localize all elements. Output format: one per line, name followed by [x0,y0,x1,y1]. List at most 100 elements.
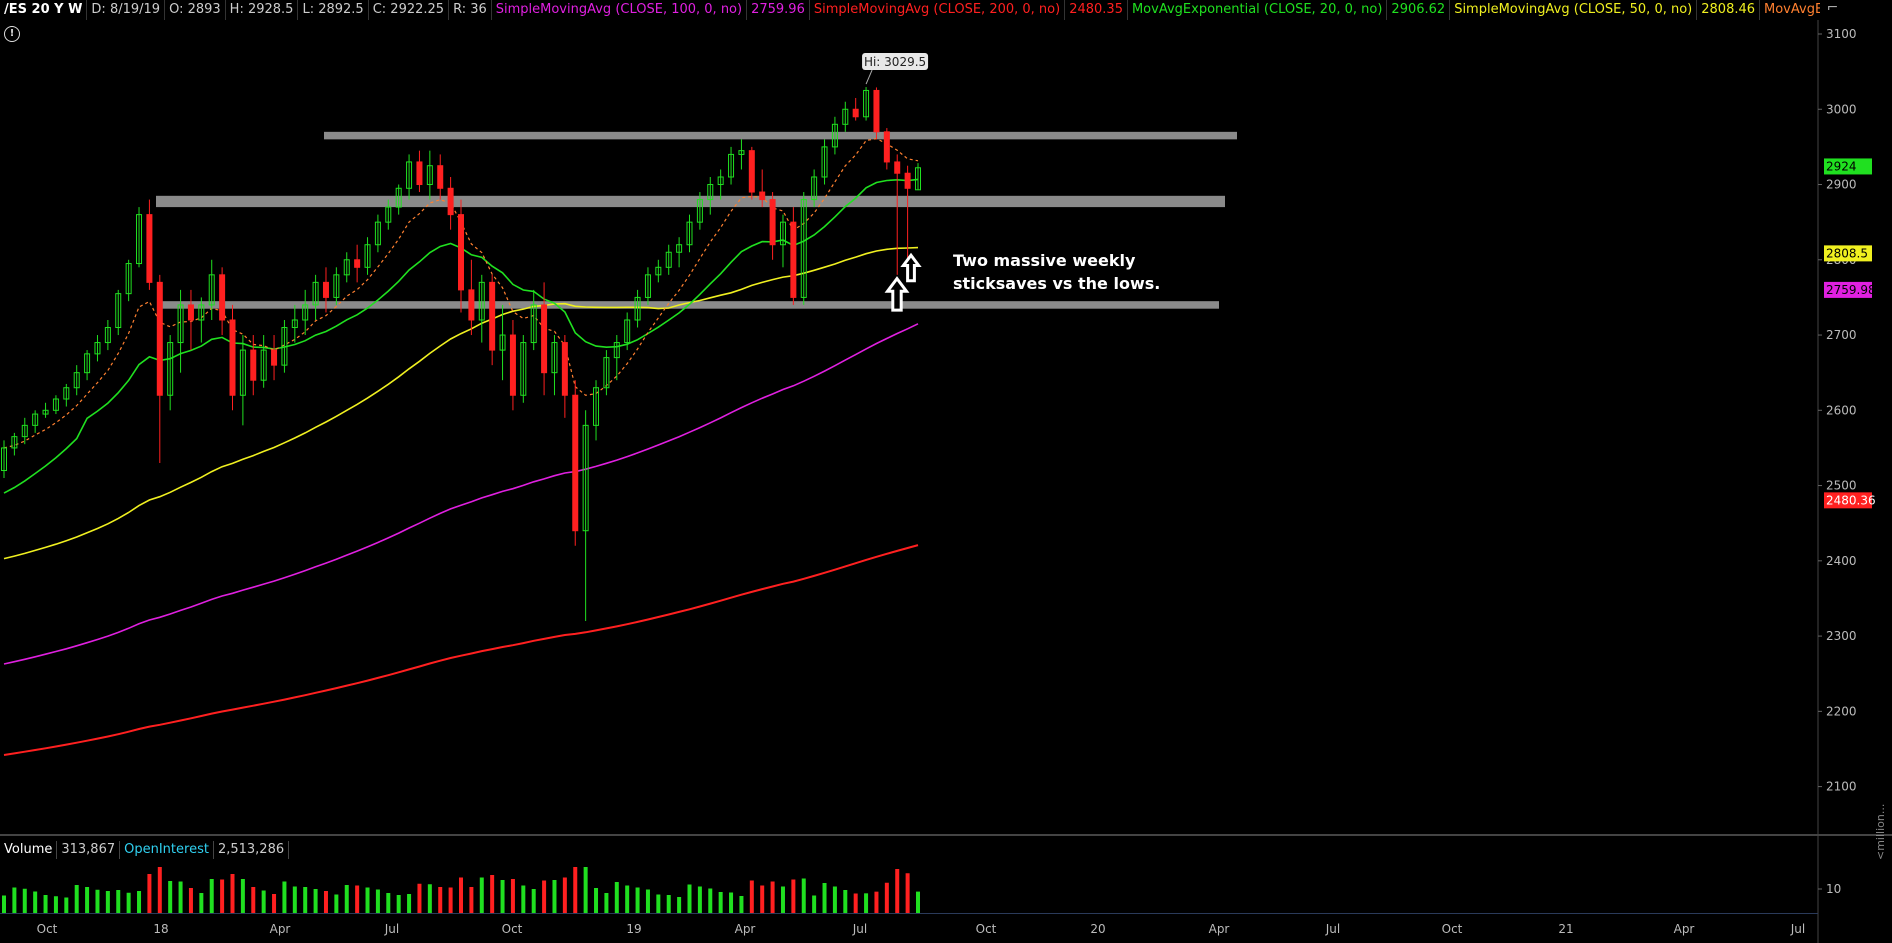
volume-bar [355,885,360,913]
candle-body [354,259,361,268]
volume-bar [157,867,162,913]
oi-value: 2,513,286 [214,841,290,859]
volume-bar [74,885,79,913]
study-value-0: 2759.96 [747,0,810,20]
volume-bar [479,877,484,913]
volume-bar [573,867,578,913]
volume-bar [344,885,349,913]
study-label-2[interactable]: MovAvgExponential (CLOSE, 20, 0, no) [1128,0,1388,20]
candle-body [156,281,163,396]
volume-bar [708,888,713,913]
volume-bar [427,884,432,913]
time-tick-label: Apr [1209,922,1230,936]
volume-bar [417,883,422,913]
volume-bar [604,893,609,913]
volume-bar [272,894,277,913]
sma-100-line [3,323,919,665]
study-label-3[interactable]: SimpleMovingAvg (CLOSE, 50, 0, no) [1450,0,1698,20]
volume-unit-label: <million... [1874,803,1887,860]
volume-bar [635,887,640,913]
volume-bar [85,887,90,913]
volume-bar [53,896,58,913]
candle-body [458,214,464,291]
volume-bar [375,889,380,913]
collapse-icon[interactable]: ⌐ [1820,0,1845,20]
price-tick-label: 2200 [1826,704,1857,718]
open-readout: O: 2893 [165,0,226,20]
candle-body [883,131,890,163]
price-chart[interactable]: Hi: 3029.5 31003000290028002700260025002… [0,20,1892,943]
volume-bar [240,879,245,913]
volume-bar [687,884,692,913]
volume-bar [562,877,567,913]
volume-bar [407,894,412,913]
volume-bar [791,879,796,913]
volume-bar [116,890,121,913]
volume-bar [666,895,671,913]
price-badge-text-1: 2808.5 [1826,246,1868,260]
volume-bar [12,887,17,913]
volume-bar [199,893,204,913]
candle-body [572,394,579,532]
volume-bar [583,867,588,913]
price-tick-label: 2900 [1826,178,1857,192]
volume-bar [230,874,235,913]
range-readout: R: 36 [449,0,492,20]
oi-label[interactable]: OpenInterest [120,841,214,859]
time-tick-label: Oct [976,922,997,936]
candle-body [894,161,901,174]
volume-bar [853,893,858,913]
hi-label-pointer [865,69,873,85]
candle-body [250,349,257,381]
volume-bar [396,895,401,913]
time-tick-label: 19 [626,922,641,936]
time-tick-label: Apr [735,922,756,936]
volume-bar [739,896,744,913]
study-label-0[interactable]: SimpleMovingAvg (CLOSE, 100, 0, no) [492,0,748,20]
study-label-4[interactable]: MovAvgExponential (CLOSE, 8, 0, no) [1760,0,1820,20]
time-tick-label: Jul [1790,922,1805,936]
price-tick-label: 3100 [1826,27,1857,41]
volume-bar [251,887,256,913]
symbol-label[interactable]: /ES 20 Y W [0,0,88,20]
candle-body [489,281,496,351]
volume-bar [95,889,100,913]
volume-bar [521,885,526,913]
chart-annotation: Two massive weekly sticksaves vs the low… [953,249,1160,295]
volume-bar [510,879,515,913]
volume-bar [313,889,318,913]
volume-bar [645,889,650,913]
volume-bar [126,892,131,913]
volume-bar [490,875,495,913]
candle-body [146,214,153,283]
volume-bar [209,879,214,913]
volume-bar [895,869,900,913]
study-value-3: 2808.46 [1697,0,1761,20]
support-zone-0[interactable] [324,131,1237,140]
time-tick-label: 18 [153,922,168,936]
volume-bar [729,892,734,913]
up-arrow-upper[interactable] [900,252,922,283]
candle-body [416,161,423,186]
volume-header: Volume 313,867 OpenInterest 2,513,286 [0,841,290,859]
candle-body [271,349,278,366]
price-tick-label: 2100 [1826,780,1857,794]
price-tick-label: 2600 [1826,403,1857,417]
volume-bar [438,887,443,913]
volume-bar [614,882,619,913]
candle-body [852,108,859,118]
study-label-1[interactable]: SimpleMovingAvg (CLOSE, 200, 0, no) [810,0,1066,20]
volume-label[interactable]: Volume [0,841,58,859]
support-zone-1[interactable] [156,195,1225,208]
volume-bar [178,881,183,913]
study-value-1: 2480.35 [1065,0,1128,20]
volume-bar [749,880,754,913]
candle-body [748,150,755,193]
volume-bar [542,880,547,913]
volume-bar [780,886,785,913]
volume-value: 313,867 [57,841,121,859]
study-legend: SimpleMovingAvg (CLOSE, 100, 0, no) 2759.… [492,0,1820,20]
price-badge-text-3: 2480.36 [1826,493,1876,507]
candle-body [759,191,766,201]
volume-bar [147,874,152,913]
